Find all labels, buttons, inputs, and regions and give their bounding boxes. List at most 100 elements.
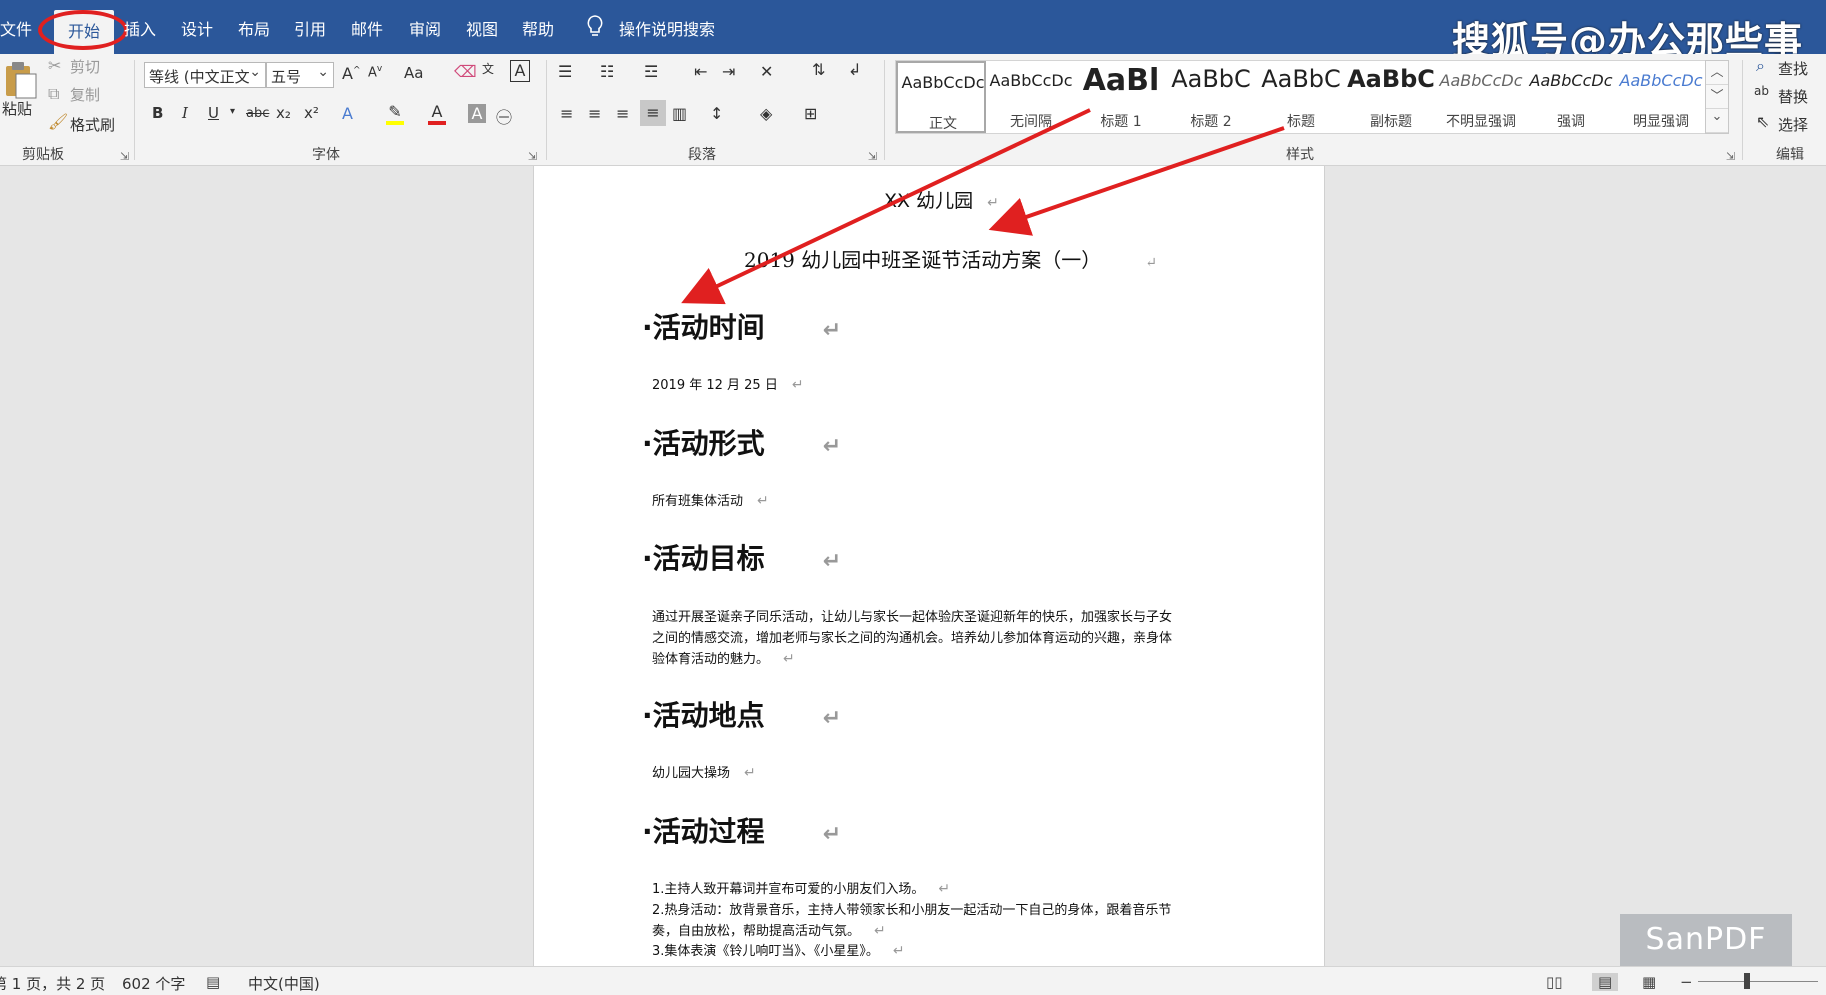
style-subtle-emphasis[interactable]: AaBbCcDc 不明显强调 (1436, 61, 1526, 133)
style-name: 明显强调 (1633, 114, 1689, 130)
find-button[interactable]: 查找 (1778, 58, 1808, 79)
cursor-arrow-icon[interactable]: ⇖ (1756, 112, 1769, 131)
style-title[interactable]: AaBbC 标题 (1256, 61, 1346, 133)
increase-indent-icon[interactable]: ⇥ (722, 62, 735, 81)
highlight-icon[interactable]: ✎ (386, 102, 404, 125)
cut-button[interactable]: 剪切 (70, 56, 100, 77)
styles-group-label: 样式 (1286, 147, 1314, 163)
character-shading-icon[interactable]: A (468, 104, 486, 123)
italic-button[interactable]: I (182, 104, 188, 122)
chevron-down-icon[interactable]: ▾ (230, 106, 235, 117)
language-indicator[interactable]: 中文(中国) (248, 973, 320, 994)
multilevel-list-icon[interactable]: ☲ (644, 62, 658, 81)
proofing-icon[interactable]: ▤ (206, 973, 220, 991)
zoom-slider-thumb[interactable] (1744, 973, 1750, 989)
tab-references[interactable]: 引用 (294, 16, 326, 40)
read-mode-icon[interactable]: ▯▯ (1546, 973, 1563, 991)
chevron-up-icon[interactable]: ︿ (1706, 61, 1728, 85)
style-sample: AaBbCcDc (1439, 71, 1523, 90)
dialog-launcher-icon[interactable]: ⇲ (528, 150, 537, 163)
tab-view[interactable]: 视图 (466, 16, 498, 40)
body-line: 通过开展圣诞亲子同乐活动，让幼儿与家长一起体验庆圣诞迎新年的快乐，加强家长与子女 (652, 610, 1173, 625)
zoom-slider[interactable] (1698, 981, 1818, 982)
justify-icon[interactable]: ≡ (640, 100, 666, 126)
character-border-icon[interactable]: A (510, 60, 530, 82)
tell-me-search[interactable]: 操作说明搜索 (619, 16, 715, 40)
tab-review[interactable]: 审阅 (409, 16, 441, 40)
style-no-spacing[interactable]: AaBbCcDc 无间隔 (986, 61, 1076, 133)
text-effects-icon[interactable]: A (342, 104, 353, 123)
enclose-characters-icon[interactable]: ㊀ (496, 104, 512, 128)
shading-icon[interactable]: ◈ (760, 104, 772, 123)
dialog-launcher-icon[interactable]: ⇲ (1726, 150, 1735, 163)
tab-insert[interactable]: 插入 (124, 16, 156, 40)
align-left-icon[interactable]: ≡ (560, 104, 573, 123)
tab-mailings[interactable]: 邮件 (351, 16, 383, 40)
align-center-icon[interactable]: ≡ (588, 104, 601, 123)
bold-button[interactable]: B (152, 104, 163, 122)
bullets-icon[interactable]: ☰ (558, 62, 572, 81)
page-count[interactable]: 第 1 页，共 2 页 (0, 973, 105, 994)
change-case-button[interactable]: Aa (404, 64, 423, 82)
tab-file[interactable]: 文件 (0, 16, 32, 40)
underline-button[interactable]: U (208, 104, 219, 122)
tab-design[interactable]: 设计 (181, 16, 213, 40)
style-heading-2[interactable]: AaBbC 标题 2 (1166, 61, 1256, 133)
format-painter-button[interactable]: 格式刷 (70, 114, 115, 135)
print-layout-icon[interactable]: ▤ (1592, 973, 1619, 991)
format-painter-icon[interactable]: 🖌 (48, 112, 68, 131)
asian-layout-icon[interactable]: ✕ (760, 62, 773, 81)
font-size-select[interactable]: 五号 ⌄ (266, 62, 334, 88)
chevron-down-icon[interactable]: ﹀ (1706, 85, 1728, 109)
dialog-launcher-icon[interactable]: ⇲ (120, 150, 129, 163)
shrink-font-icon[interactable]: Av (368, 64, 382, 80)
borders-icon[interactable]: ⊞ (804, 104, 817, 123)
numbering-icon[interactable]: ☷ (600, 62, 614, 81)
chevron-down-icon: ⌄ (249, 64, 261, 80)
show-marks-icon[interactable]: ↲ (848, 60, 861, 79)
font-color-icon[interactable]: A (428, 102, 446, 125)
superscript-button[interactable]: x² (304, 104, 319, 122)
decrease-indent-icon[interactable]: ⇤ (694, 62, 707, 81)
section-heading: ·活动过程 ↵ (642, 815, 842, 848)
dialog-launcher-icon[interactable]: ⇲ (868, 150, 877, 163)
paragraph-mark: ↵ (892, 943, 905, 959)
font-name-select[interactable]: 等线 (中文正文 ⌄ (144, 62, 266, 88)
distributed-icon[interactable]: ▥ (672, 104, 687, 123)
style-emphasis[interactable]: AaBbCcDc 强调 (1526, 61, 1616, 133)
section-heading: ·活动形式 ↵ (642, 427, 842, 460)
document-page[interactable]: XX 幼儿园 ↵ 2019 幼儿园中班圣诞节活动方案（一） ↵ ·活动时间 ↵ 201… (533, 166, 1325, 966)
style-intense-emphasis[interactable]: AaBbCcDc 明显强调 (1616, 61, 1706, 133)
strikethrough-button[interactable]: abc (246, 106, 269, 121)
copy-icon[interactable]: ⧉ (48, 84, 59, 104)
replace-icon[interactable]: ab (1754, 84, 1769, 98)
align-right-icon[interactable]: ≡ (616, 104, 629, 123)
tab-help[interactable]: 帮助 (522, 16, 554, 40)
search-icon[interactable]: ⌕ (1756, 56, 1765, 76)
chevron-down-icon: ⌄ (317, 64, 329, 80)
paste-button[interactable]: 粘贴 (2, 98, 32, 119)
line-spacing-icon[interactable]: ↕ (710, 104, 723, 123)
paragraph-mark: ↵ (1145, 255, 1157, 271)
clear-formatting-icon[interactable]: ⌫ (454, 62, 477, 81)
style-normal[interactable]: AaBbCcDc 正文 (896, 61, 986, 133)
style-subtitle[interactable]: AaBbC 副标题 (1346, 61, 1436, 133)
scissors-icon[interactable]: ✂ (48, 56, 61, 75)
subscript-button[interactable]: x₂ (276, 104, 291, 122)
tab-layout[interactable]: 布局 (238, 16, 270, 40)
document-header: XX 幼儿园 ↵ (884, 186, 999, 213)
zoom-out-icon[interactable]: − (1680, 973, 1693, 991)
paste-icon[interactable] (2, 60, 38, 100)
more-icon[interactable]: ⌄ (1706, 109, 1728, 133)
styles-gallery-scroll[interactable]: ︿ ﹀ ⌄ (1705, 60, 1729, 134)
sort-icon[interactable]: ⇅ (812, 60, 825, 79)
web-layout-icon[interactable]: ▦ (1642, 973, 1656, 991)
phonetic-guide-icon[interactable]: 文 (482, 60, 494, 77)
style-heading-1[interactable]: AaBl 标题 1 (1076, 61, 1166, 133)
select-button[interactable]: 选择 (1778, 114, 1808, 135)
grow-font-icon[interactable]: A^ (342, 64, 361, 83)
style-name: 标题 1 (1100, 114, 1142, 130)
replace-button[interactable]: 替换 (1778, 86, 1808, 107)
copy-button[interactable]: 复制 (70, 84, 100, 105)
word-count[interactable]: 602 个字 (122, 973, 185, 994)
